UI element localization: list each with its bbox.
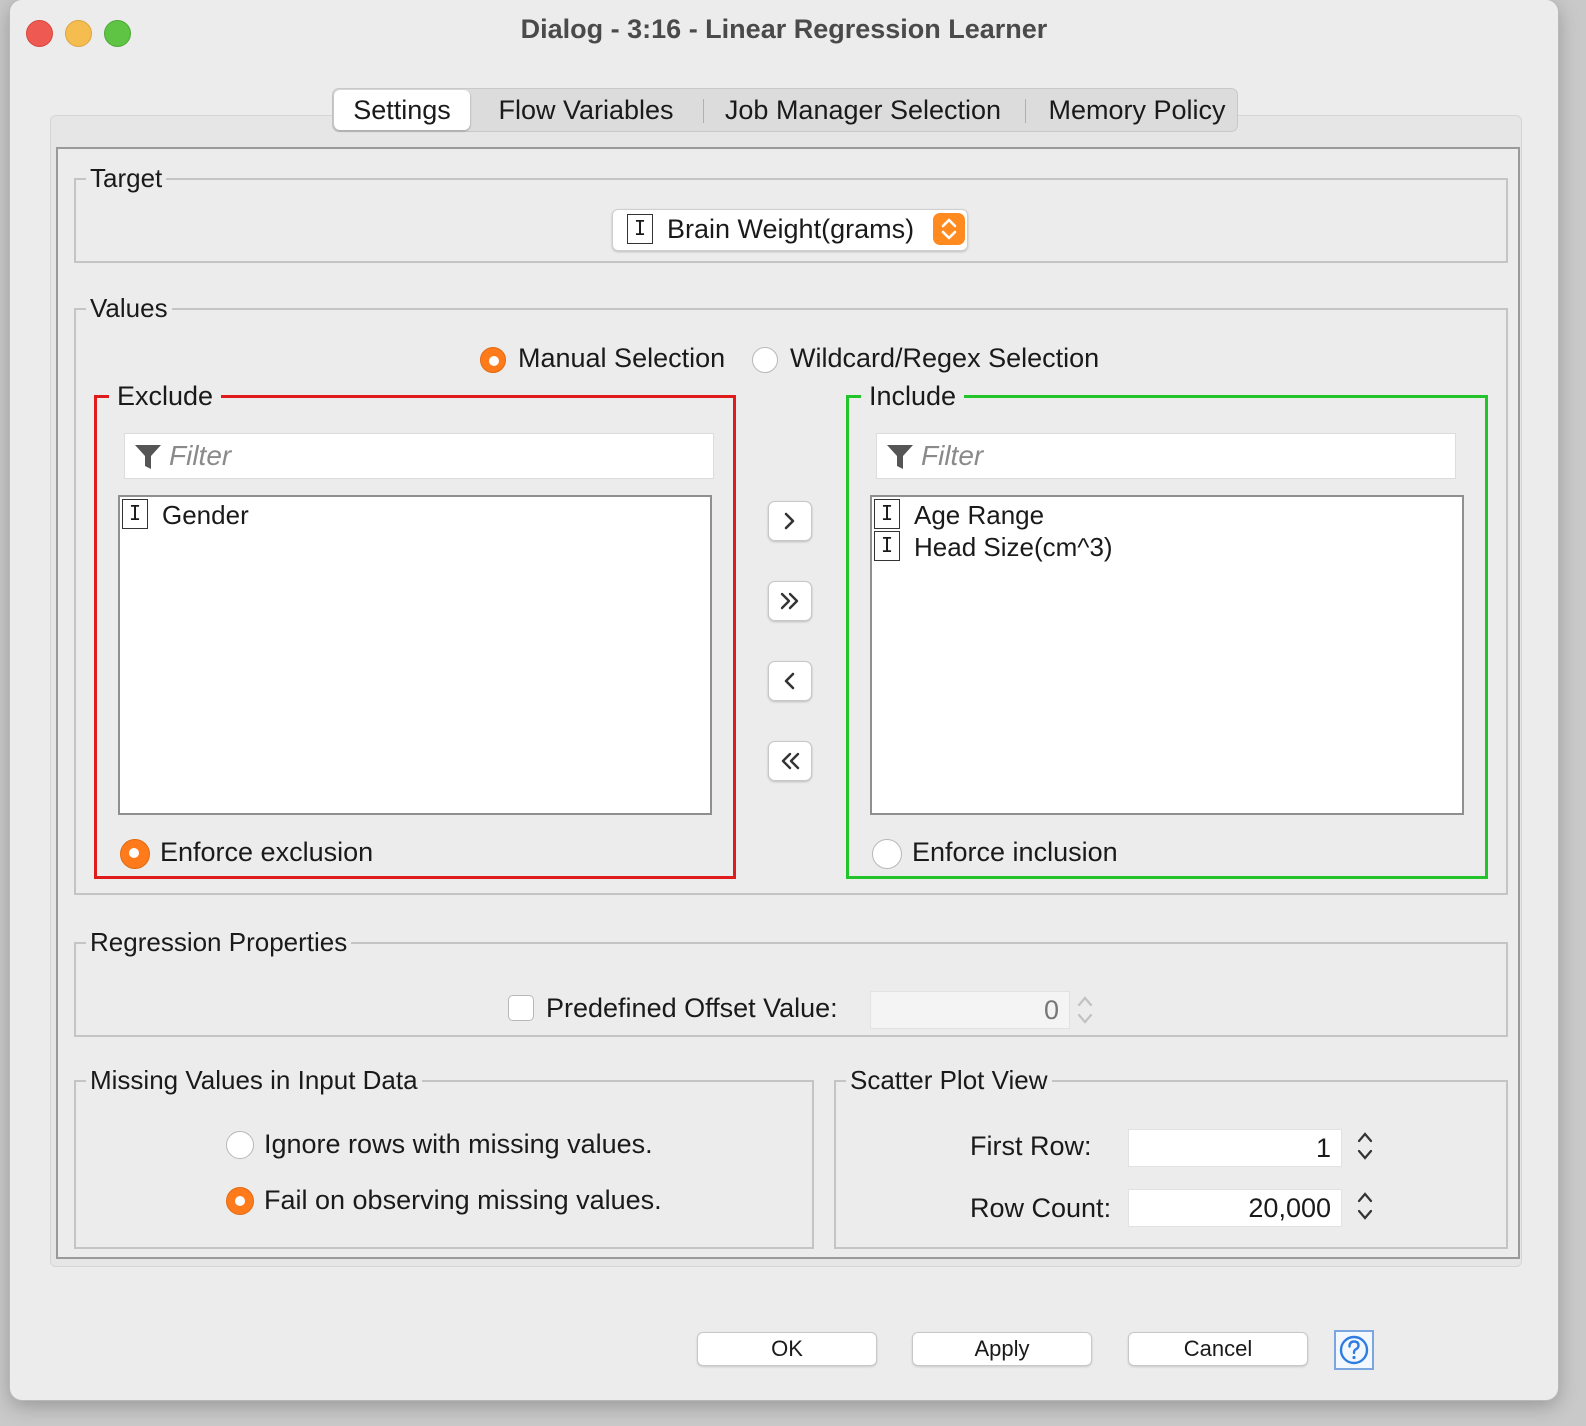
- exclude-list[interactable]: I Gender: [118, 495, 712, 815]
- enforce-exclusion-label: Enforce exclusion: [160, 837, 374, 867]
- exclude-list-item[interactable]: I Gender: [122, 499, 702, 531]
- row-count-input[interactable]: 20,000: [1128, 1189, 1342, 1227]
- values-legend: Values: [90, 293, 168, 323]
- include-list-item[interactable]: I Age Range: [874, 499, 1454, 531]
- tab-separator: [703, 99, 704, 123]
- include-legend: Include: [869, 381, 957, 411]
- predefined-offset-label: Predefined Offset Value:: [546, 993, 838, 1023]
- tab-bar: Settings Flow Variables Job Manager Sele…: [332, 88, 1238, 132]
- chevron-left-icon: [784, 672, 795, 690]
- scatter-plot-view-legend: Scatter Plot View: [850, 1065, 1048, 1095]
- first-row-label: First Row:: [970, 1131, 1092, 1161]
- remove-all-button[interactable]: [768, 741, 812, 781]
- add-all-button[interactable]: [768, 581, 812, 621]
- predefined-offset-input[interactable]: 0: [870, 991, 1070, 1029]
- wildcard-regex-selection-label: Wildcard/Regex Selection: [790, 343, 1100, 373]
- list-item-label: Gender: [162, 500, 249, 530]
- list-item-label: Age Range: [914, 500, 1045, 530]
- exclude-filter-placeholder: Filter: [169, 440, 232, 471]
- wildcard-regex-selection-radio[interactable]: [752, 347, 778, 373]
- row-count-label: Row Count:: [970, 1193, 1112, 1223]
- include-list-item[interactable]: I Head Size(cm^3): [874, 531, 1454, 563]
- filter-funnel-icon: [887, 445, 913, 469]
- ignore-missing-label: Ignore rows with missing values.: [264, 1129, 653, 1159]
- dialog-window: Dialog - 3:16 - Linear Regression Learne…: [10, 0, 1558, 1400]
- include-filter-placeholder: Filter: [921, 440, 984, 471]
- first-row-input[interactable]: 1: [1128, 1129, 1342, 1167]
- enforce-inclusion-radio[interactable]: [872, 839, 902, 869]
- tab-flow-variables[interactable]: Flow Variables: [483, 89, 689, 131]
- integer-type-icon: I: [122, 499, 148, 529]
- tab-job-manager-selection[interactable]: Job Manager Selection: [717, 89, 1009, 131]
- double-chevron-left-icon: [781, 752, 800, 770]
- filter-funnel-icon: [135, 445, 161, 469]
- tab-memory-policy[interactable]: Memory Policy: [1039, 89, 1235, 131]
- manual-selection-radio[interactable]: [480, 347, 506, 373]
- double-chevron-right-icon: [780, 592, 799, 610]
- missing-values-legend: Missing Values in Input Data: [90, 1065, 418, 1095]
- tab-separator: [1025, 99, 1026, 123]
- apply-button[interactable]: Apply: [912, 1332, 1092, 1366]
- add-selected-button[interactable]: [768, 501, 812, 541]
- integer-type-icon: I: [874, 531, 900, 561]
- exclude-legend: Exclude: [117, 381, 214, 411]
- regression-properties-legend: Regression Properties: [90, 927, 348, 957]
- target-selected-value: Brain Weight(grams): [667, 214, 915, 244]
- title-bar: Dialog - 3:16 - Linear Regression Learne…: [10, 0, 1558, 62]
- tab-settings[interactable]: Settings: [334, 90, 470, 130]
- include-list[interactable]: I Age Range I Head Size(cm^3): [870, 495, 1464, 815]
- fail-on-missing-radio[interactable]: [226, 1187, 254, 1215]
- row-count-spinner-icon[interactable]: [1352, 1187, 1378, 1225]
- target-column-select[interactable]: I Brain Weight(grams): [612, 209, 968, 251]
- select-stepper-icon: [933, 213, 965, 245]
- help-button[interactable]: [1334, 1330, 1374, 1370]
- integer-type-icon: I: [874, 499, 900, 529]
- target-legend: Target: [90, 163, 163, 193]
- predefined-offset-checkbox[interactable]: [508, 995, 534, 1021]
- include-filter-input[interactable]: Filter: [876, 433, 1456, 479]
- cancel-button[interactable]: Cancel: [1128, 1332, 1308, 1366]
- list-item-label: Head Size(cm^3): [914, 532, 1113, 562]
- first-row-spinner-icon[interactable]: [1352, 1127, 1378, 1165]
- integer-type-icon: I: [627, 214, 653, 244]
- remove-selected-button[interactable]: [768, 661, 812, 701]
- chevron-right-icon: [784, 512, 795, 530]
- window-title: Dialog - 3:16 - Linear Regression Learne…: [520, 14, 1048, 44]
- enforce-exclusion-radio[interactable]: [120, 839, 150, 869]
- enforce-inclusion-label: Enforce inclusion: [912, 837, 1118, 867]
- manual-selection-label: Manual Selection: [518, 343, 726, 373]
- ignore-missing-radio[interactable]: [226, 1131, 254, 1159]
- ok-button[interactable]: OK: [697, 1332, 877, 1366]
- question-circle-icon: [1339, 1335, 1369, 1365]
- settings-content: Target I Brain Weight(grams) Values Manu…: [56, 147, 1520, 1259]
- exclude-filter-input[interactable]: Filter: [124, 433, 714, 479]
- offset-spinner-icon[interactable]: [1072, 991, 1098, 1029]
- fail-on-missing-label: Fail on observing missing values.: [264, 1185, 662, 1215]
